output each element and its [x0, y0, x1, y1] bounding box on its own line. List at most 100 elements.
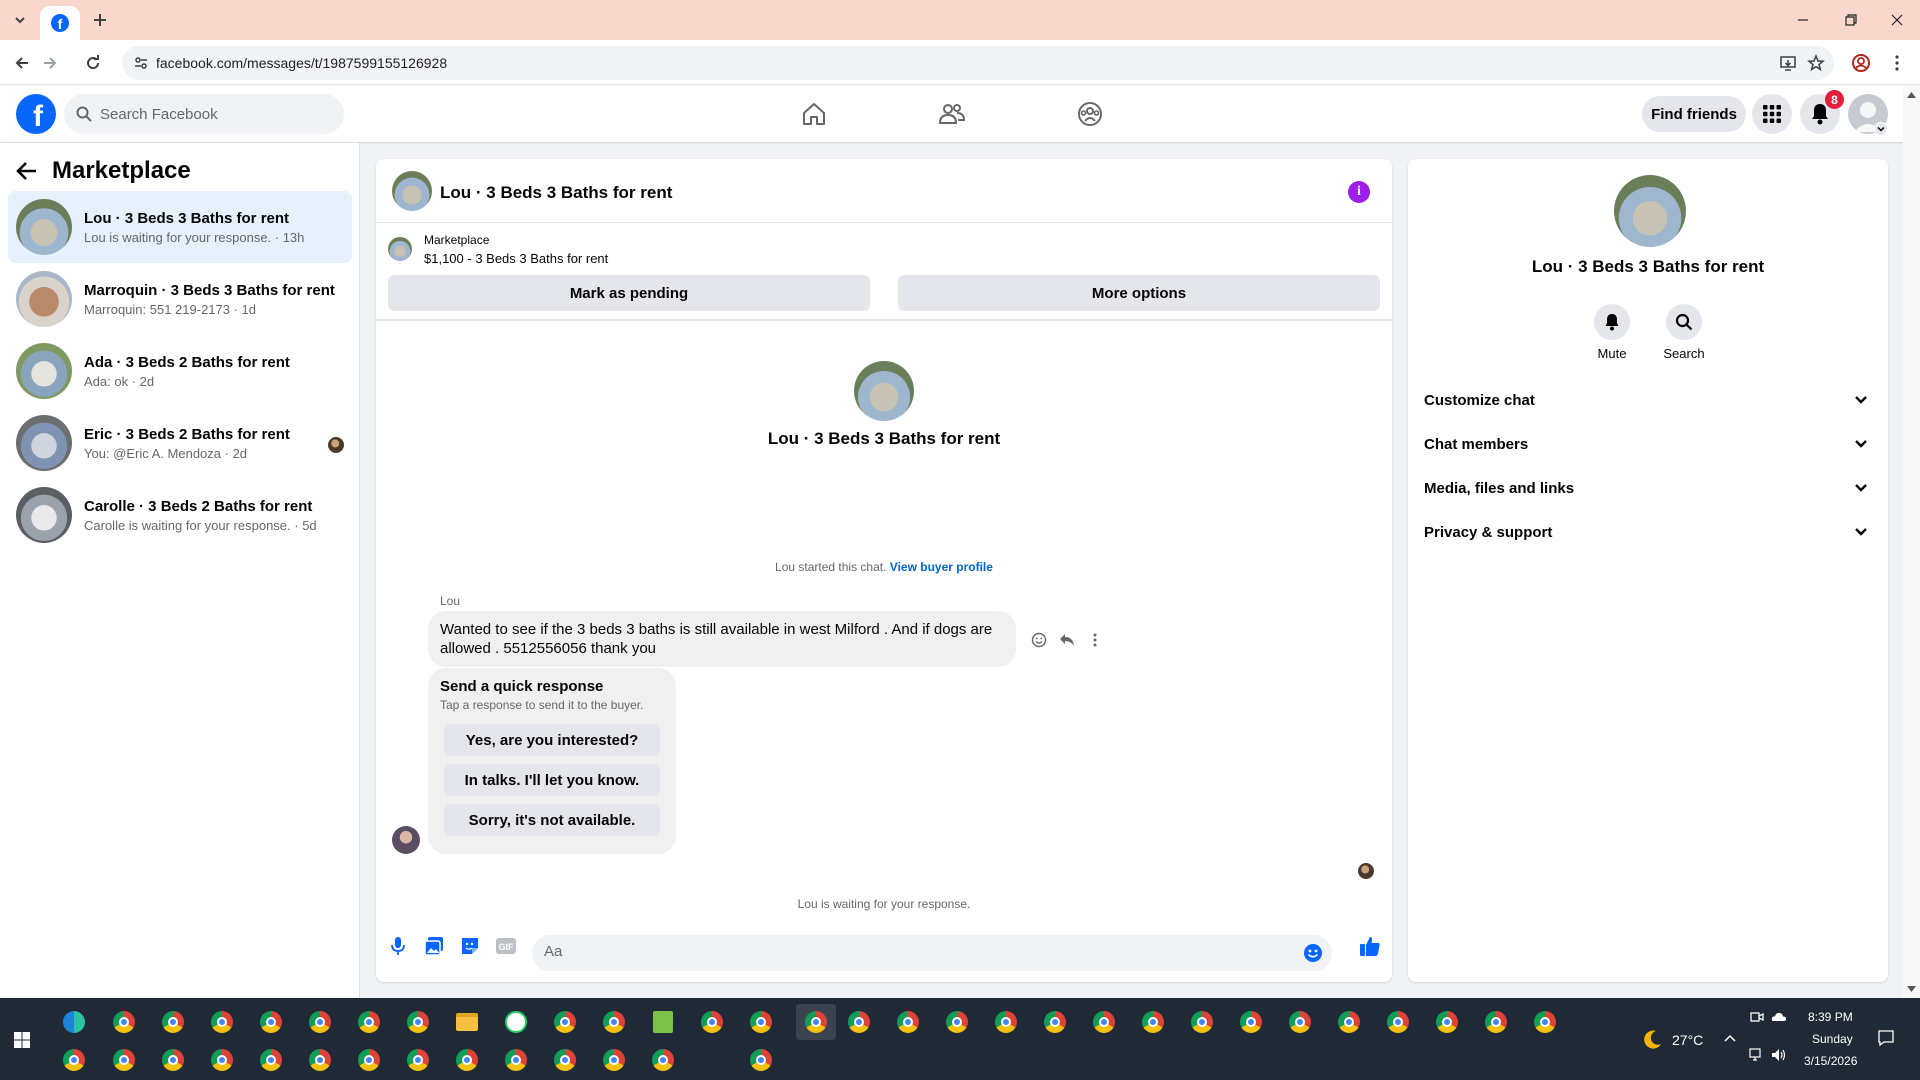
page-scrollbar[interactable] — [1903, 86, 1920, 998]
menu-grid-button[interactable] — [1752, 94, 1792, 134]
chrome-icon[interactable] — [306, 1008, 334, 1036]
chrome-icon[interactable] — [208, 1046, 236, 1074]
sender-avatar[interactable] — [392, 826, 420, 854]
address-bar[interactable]: facebook.com/messages/t/1987599155126928 — [122, 46, 1834, 80]
chrome-icon[interactable] — [747, 1046, 775, 1074]
chrome-icon[interactable] — [845, 1008, 873, 1036]
section-chat-members[interactable]: Chat members — [1424, 426, 1872, 462]
facebook-search[interactable] — [64, 94, 344, 134]
chrome-icon[interactable] — [60, 1046, 88, 1074]
nav-home[interactable] — [758, 94, 870, 134]
message-bubble[interactable]: Wanted to see if the 3 beds 3 baths is s… — [428, 611, 1016, 667]
chrome-icon[interactable] — [649, 1046, 677, 1074]
gif-icon[interactable]: GIF — [494, 934, 518, 958]
notifications-button[interactable]: 8 — [1800, 90, 1844, 134]
facebook-search-input[interactable] — [100, 105, 320, 123]
chrome-icon[interactable] — [404, 1008, 432, 1036]
chrome-icon[interactable] — [355, 1046, 383, 1074]
quick-response-option[interactable]: Yes, are you interested? — [444, 724, 660, 756]
restore-icon[interactable] — [1828, 0, 1874, 40]
mute-button[interactable]: Mute — [1582, 304, 1642, 361]
chrome-icon[interactable] — [208, 1008, 236, 1036]
listing-price-title[interactable]: $1,100 - 3 Beds 3 Baths for rent — [424, 251, 608, 266]
minimize-icon[interactable] — [1780, 0, 1826, 40]
chrome-icon[interactable] — [992, 1008, 1020, 1036]
conversation-item[interactable]: Marroquin · 3 Beds 3 Baths for rent Marr… — [8, 263, 352, 335]
view-buyer-profile-link[interactable]: View buyer profile — [890, 560, 993, 574]
chrome-icon[interactable] — [355, 1008, 383, 1036]
emoji-icon[interactable] — [1302, 942, 1324, 964]
find-friends-button[interactable]: Find friends — [1642, 96, 1746, 132]
volume-icon[interactable] — [1770, 1046, 1788, 1064]
account-chevron-icon[interactable] — [1874, 122, 1888, 136]
more-vertical-icon[interactable] — [1084, 629, 1106, 651]
chrome-icon[interactable] — [747, 1008, 775, 1036]
bookmark-star-icon[interactable] — [1806, 53, 1826, 73]
chrome-icon[interactable] — [551, 1008, 579, 1036]
section-privacy-support[interactable]: Privacy & support — [1424, 514, 1872, 550]
onedrive-icon[interactable] — [1770, 1008, 1788, 1026]
chrome-icon[interactable] — [453, 1046, 481, 1074]
chrome-icon[interactable] — [1335, 1008, 1363, 1036]
react-smiley-icon[interactable] — [1028, 629, 1050, 651]
chrome-icon[interactable] — [306, 1046, 334, 1074]
mark-as-pending-button[interactable]: Mark as pending — [388, 275, 870, 311]
section-media-files-links[interactable]: Media, files and links — [1424, 470, 1872, 506]
whatsapp-icon[interactable] — [502, 1008, 530, 1036]
conversation-item[interactable]: Eric · 3 Beds 2 Baths for rent You: @Eri… — [8, 407, 352, 479]
chrome-icon[interactable] — [257, 1046, 285, 1074]
clock-time[interactable]: 8:39 PM — [1808, 1010, 1853, 1024]
chrome-icon[interactable] — [600, 1008, 628, 1036]
chrome-icon[interactable] — [1482, 1008, 1510, 1036]
meet-now-icon[interactable] — [1748, 1008, 1766, 1026]
chrome-icon[interactable] — [1531, 1008, 1559, 1036]
install-app-icon[interactable] — [1778, 53, 1798, 73]
reply-icon[interactable] — [1056, 629, 1078, 651]
chrome-icon[interactable] — [551, 1046, 579, 1074]
chrome-icon[interactable] — [698, 1008, 726, 1036]
new-tab-plus-icon[interactable] — [88, 8, 112, 32]
chrome-icon[interactable] — [796, 1004, 836, 1040]
chrome-icon[interactable] — [159, 1046, 187, 1074]
conversation-item[interactable]: Ada · 3 Beds 2 Baths for rent Ada: ok · … — [8, 335, 352, 407]
scroll-down-icon[interactable] — [1907, 984, 1916, 993]
chrome-profile-icon[interactable] — [1848, 50, 1874, 76]
quick-response-option[interactable]: In talks. I'll let you know. — [444, 764, 660, 796]
chrome-icon[interactable] — [404, 1046, 432, 1074]
chrome-icon[interactable] — [1139, 1008, 1167, 1036]
weather-widget[interactable]: 27°C — [1640, 1028, 1703, 1052]
edge-icon[interactable] — [60, 1008, 88, 1036]
chrome-icon[interactable] — [1433, 1008, 1461, 1036]
close-window-icon[interactable] — [1874, 0, 1920, 40]
url-text[interactable]: facebook.com/messages/t/1987599155126928 — [156, 55, 447, 71]
chrome-icon[interactable] — [257, 1008, 285, 1036]
forward-arrow-icon[interactable] — [37, 50, 63, 76]
facebook-logo-icon[interactable]: f — [16, 94, 56, 134]
nav-friends[interactable] — [896, 94, 1008, 134]
conversation-item[interactable]: Carolle · 3 Beds 2 Baths for rent Caroll… — [8, 479, 352, 551]
chat-title[interactable]: Lou · 3 Beds 3 Baths for rent — [440, 183, 672, 203]
chrome-icon[interactable] — [159, 1008, 187, 1036]
reload-icon[interactable] — [80, 50, 106, 76]
like-thumbs-up-icon[interactable] — [1358, 934, 1382, 958]
scroll-up-icon[interactable] — [1907, 90, 1916, 99]
conversation-item[interactable]: Lou · 3 Beds 3 Baths for rent Lou is wai… — [8, 191, 352, 263]
chrome-icon[interactable] — [1384, 1008, 1412, 1036]
chat-avatar[interactable] — [392, 171, 432, 211]
chrome-icon[interactable] — [1237, 1008, 1265, 1036]
tab-search-chevron-icon[interactable] — [8, 8, 32, 32]
chrome-icon[interactable] — [110, 1046, 138, 1074]
back-arrow-icon[interactable] — [9, 50, 35, 76]
chrome-icon[interactable] — [894, 1008, 922, 1036]
chrome-icon[interactable] — [1286, 1008, 1314, 1036]
network-icon[interactable] — [1748, 1046, 1766, 1064]
chrome-icon[interactable] — [943, 1008, 971, 1036]
microphone-icon[interactable] — [386, 934, 410, 958]
show-hidden-icons-chevron-icon[interactable] — [1720, 1028, 1740, 1048]
file-explorer-icon[interactable] — [453, 1008, 481, 1036]
chrome-icon[interactable] — [1188, 1008, 1216, 1036]
chrome-menu-icon[interactable] — [1884, 50, 1910, 76]
nav-groups[interactable] — [1034, 94, 1146, 134]
notification-center-icon[interactable] — [1874, 1026, 1898, 1050]
tab-facebook[interactable]: f — [40, 6, 80, 40]
